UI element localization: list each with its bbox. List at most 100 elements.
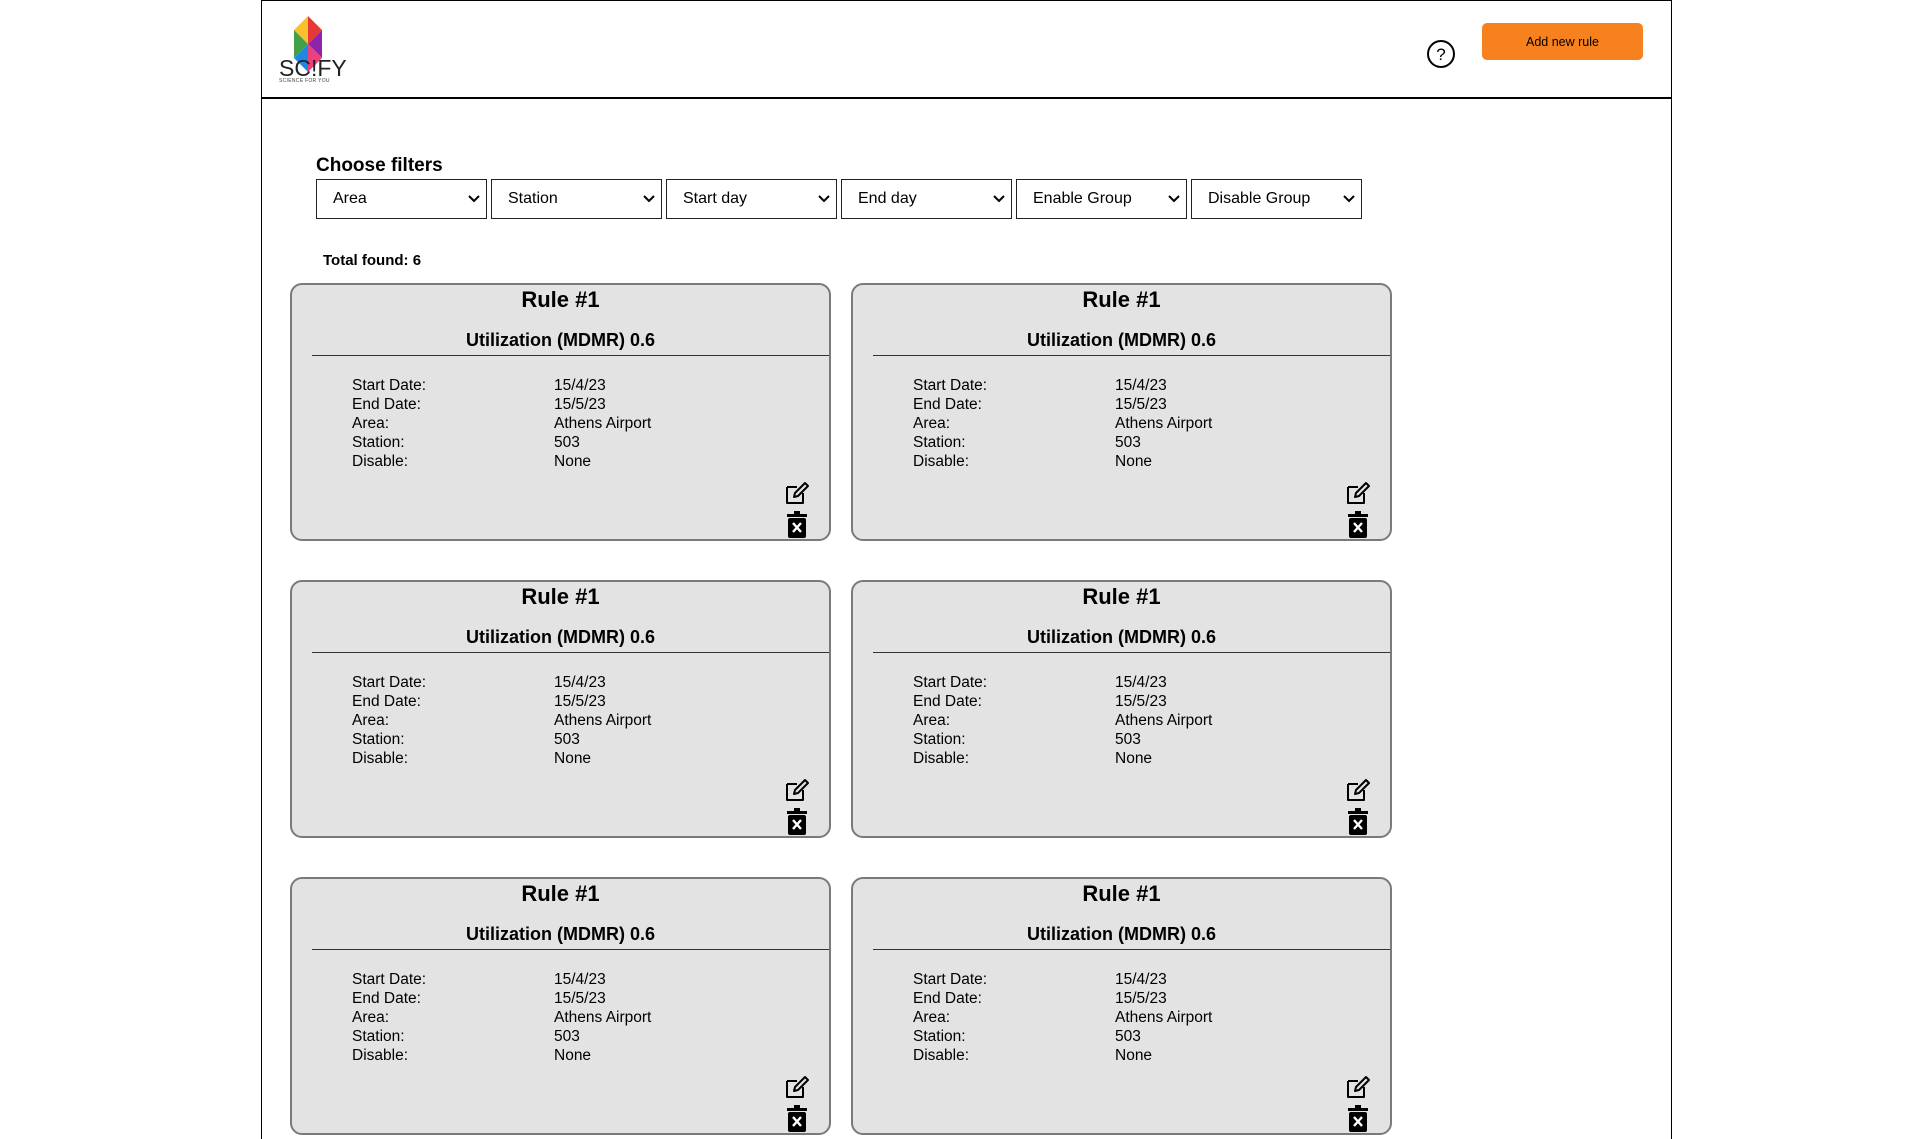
rule-card: Rule #1 Utilization (MDMR) 0.6 Start Dat… — [290, 877, 831, 1135]
chevron-down-icon — [1343, 195, 1355, 203]
end-date-value: 15/5/23 — [554, 693, 606, 710]
edit-icon[interactable] — [1344, 778, 1370, 804]
divider — [312, 355, 829, 356]
start-date-value: 15/4/23 — [1115, 674, 1167, 691]
end-date-label: End Date: — [913, 693, 982, 710]
area-label: Area: — [913, 712, 951, 729]
station-value: 503 — [1115, 434, 1141, 451]
end-date-value: 15/5/23 — [1115, 396, 1167, 413]
area-value: Athens Airport — [1115, 1009, 1213, 1026]
trash-icon[interactable] — [1347, 1105, 1369, 1133]
add-new-rule-button[interactable]: Add new rule — [1482, 23, 1643, 60]
divider — [873, 652, 1390, 653]
area-value: Athens Airport — [1115, 712, 1213, 729]
station-value: 503 — [1115, 731, 1141, 748]
edit-icon[interactable] — [783, 481, 809, 507]
area-label: Area: — [913, 1009, 951, 1026]
chevron-down-icon — [468, 195, 480, 203]
station-label: Station: — [352, 1028, 405, 1045]
edit-icon[interactable] — [783, 778, 809, 804]
divider — [873, 949, 1390, 950]
disable-label: Disable: — [913, 1047, 969, 1064]
question-circle-icon[interactable]: ? — [1426, 39, 1456, 69]
chevron-down-icon — [643, 195, 655, 203]
area-filter-label: Area — [333, 190, 367, 207]
chevron-down-icon — [1168, 195, 1180, 203]
start-date-label: Start Date: — [352, 674, 427, 691]
start-date-value: 15/4/23 — [554, 674, 606, 691]
area-label: Area: — [352, 712, 390, 729]
station-value: 503 — [554, 1028, 580, 1045]
edit-icon[interactable] — [783, 1075, 809, 1101]
start-date-value: 15/4/23 — [1115, 971, 1167, 988]
trash-icon[interactable] — [1347, 808, 1369, 836]
filters-title: Choose filters — [316, 155, 443, 176]
disable-label: Disable: — [913, 750, 969, 767]
start-day-filter-select[interactable]: Start day — [666, 179, 837, 219]
disable-group-filter-label: Disable Group — [1208, 190, 1311, 207]
edit-icon[interactable] — [1344, 1075, 1370, 1101]
rule-title: Rule #1 — [521, 584, 600, 609]
area-value: Athens Airport — [554, 712, 652, 729]
disable-group-filter-select[interactable]: Disable Group — [1191, 179, 1362, 219]
disable-label: Disable: — [352, 453, 408, 470]
logo-subtitle: SCIENCE FOR YOU — [279, 78, 330, 84]
disable-label: Disable: — [352, 1047, 408, 1064]
start-date-label: Start Date: — [913, 674, 988, 691]
station-label: Station: — [352, 434, 405, 451]
station-value: 503 — [554, 731, 580, 748]
area-label: Area: — [913, 415, 951, 432]
trash-icon[interactable] — [786, 1105, 808, 1133]
trash-icon[interactable] — [786, 808, 808, 836]
rule-title: Rule #1 — [1082, 287, 1161, 312]
area-value: Athens Airport — [554, 415, 652, 432]
area-value: Athens Airport — [554, 1009, 652, 1026]
rule-title: Rule #1 — [1082, 881, 1161, 906]
start-date-label: Start Date: — [913, 377, 988, 394]
end-date-label: End Date: — [913, 396, 982, 413]
rule-metric: Utilization (MDMR) 0.6 — [1027, 924, 1216, 944]
end-date-label: End Date: — [352, 693, 421, 710]
rule-metric: Utilization (MDMR) 0.6 — [1027, 330, 1216, 350]
chevron-down-icon — [993, 195, 1005, 203]
end-date-value: 15/5/23 — [554, 990, 606, 1007]
trash-icon[interactable] — [1347, 511, 1369, 539]
disable-value: None — [554, 453, 592, 470]
rule-metric: Utilization (MDMR) 0.6 — [466, 924, 655, 944]
disable-label: Disable: — [352, 750, 408, 767]
rule-title: Rule #1 — [521, 287, 600, 312]
end-day-filter-label: End day — [858, 190, 917, 207]
enable-group-filter-select[interactable]: Enable Group — [1016, 179, 1187, 219]
station-label: Station: — [913, 731, 966, 748]
svg-text:?: ? — [1436, 45, 1445, 64]
start-date-value: 15/4/23 — [554, 971, 606, 988]
rule-card: Rule #1 Utilization (MDMR) 0.6 Start Dat… — [851, 580, 1392, 838]
rule-card: Rule #1 Utilization (MDMR) 0.6 Start Dat… — [851, 283, 1392, 541]
station-filter-select[interactable]: Station — [491, 179, 662, 219]
disable-value: None — [1115, 750, 1153, 767]
edit-icon[interactable] — [1344, 481, 1370, 507]
area-value: Athens Airport — [1115, 415, 1213, 432]
end-date-label: End Date: — [352, 396, 421, 413]
start-date-label: Start Date: — [352, 377, 427, 394]
end-date-label: End Date: — [913, 990, 982, 1007]
start-day-filter-label: Start day — [683, 190, 748, 207]
trash-icon[interactable] — [786, 511, 808, 539]
end-day-filter-select[interactable]: End day — [841, 179, 1012, 219]
station-value: 503 — [1115, 1028, 1141, 1045]
disable-value: None — [1115, 1047, 1153, 1064]
end-date-value: 15/5/23 — [1115, 693, 1167, 710]
enable-group-filter-label: Enable Group — [1033, 190, 1132, 207]
divider — [312, 949, 829, 950]
rule-card: Rule #1 Utilization (MDMR) 0.6 Start Dat… — [851, 877, 1392, 1135]
disable-value: None — [554, 750, 592, 767]
station-label: Station: — [352, 731, 405, 748]
rule-metric: Utilization (MDMR) 0.6 — [466, 330, 655, 350]
area-filter-select[interactable]: Area — [316, 179, 487, 219]
end-date-value: 15/5/23 — [1115, 990, 1167, 1007]
end-date-value: 15/5/23 — [554, 396, 606, 413]
rule-title: Rule #1 — [521, 881, 600, 906]
disable-label: Disable: — [913, 453, 969, 470]
header — [261, 0, 1672, 99]
station-label: Station: — [913, 1028, 966, 1045]
